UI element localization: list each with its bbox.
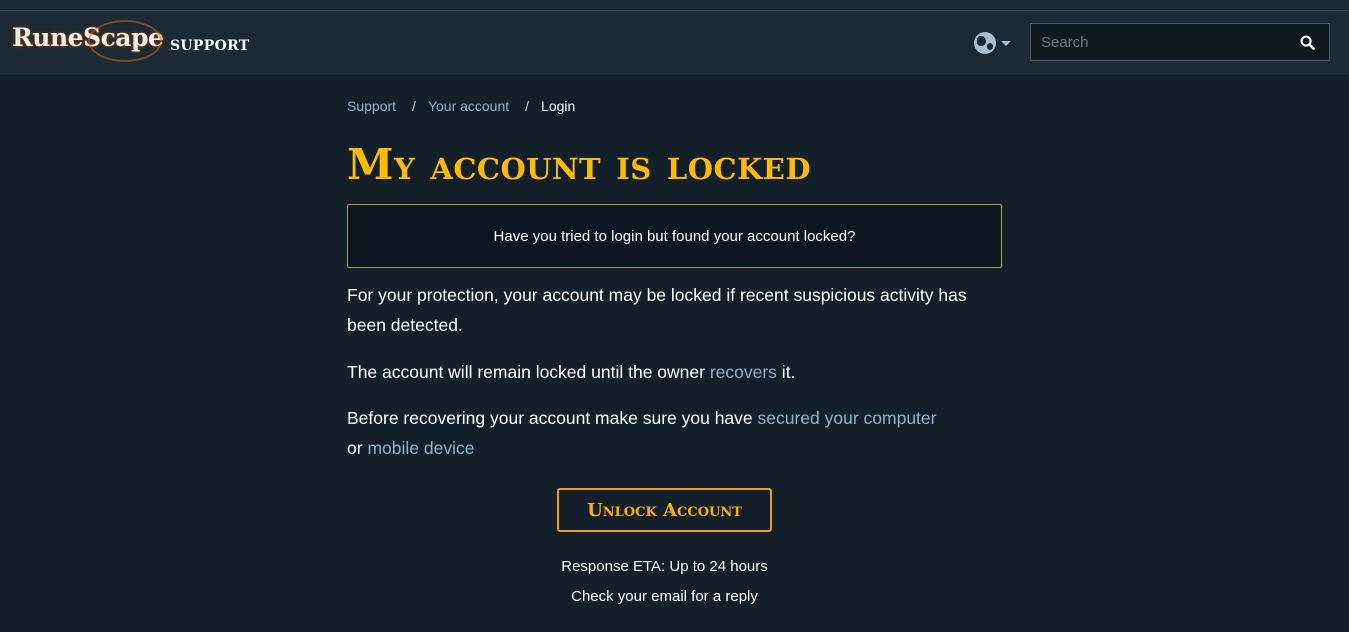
search-icon (1300, 35, 1315, 50)
eta-line: Response ETA: Up to 24 hours (561, 558, 768, 575)
protection-paragraph: For your protection, your account may be… (347, 285, 967, 335)
secured-computer-link[interactable]: secured your computer (758, 408, 937, 428)
breadcrumb-your-account[interactable]: Your account (428, 98, 509, 114)
response-eta: Response ETA: Up to 24 hours Check your … (327, 552, 1002, 612)
recovery-text-middle: or (347, 438, 368, 458)
search-button[interactable] (1285, 24, 1329, 60)
question-callout: Have you tried to login but found your a… (347, 204, 1002, 268)
locked-paragraph: The account will remain locked until the… (347, 357, 1002, 387)
recovery-paragraph: Before recovering your account make sure… (347, 403, 1002, 463)
callout-text: Have you tried to login but found your a… (493, 227, 856, 245)
language-selector[interactable] (974, 31, 1011, 55)
button-row: Unlock Account (347, 488, 1002, 532)
locked-text-after: it. (776, 362, 796, 382)
search-box (1030, 23, 1330, 61)
page-title: My account is locked (347, 140, 812, 189)
mobile-device-link[interactable]: mobile device (367, 438, 474, 458)
globe-icon (974, 32, 996, 54)
recovery-text-before: Before recovering your account make sure… (347, 408, 758, 428)
breadcrumb: Support / Your account / Login (347, 97, 1002, 115)
breadcrumb-current: Login (541, 98, 576, 114)
recovers-link[interactable]: recovers (710, 362, 777, 382)
unlock-account-button[interactable]: Unlock Account (557, 488, 772, 532)
runescape-logo[interactable]: RuneScape (12, 20, 164, 62)
email-reply-line: Check your email for a reply (571, 588, 758, 605)
search-input[interactable] (1031, 24, 1291, 60)
top-strip (0, 0, 1349, 11)
locked-text-before: The account will remain locked until the… (347, 362, 710, 382)
breadcrumb-separator: / (412, 98, 416, 114)
chevron-down-icon (1001, 40, 1011, 46)
support-nav-label[interactable]: SUPPORT (170, 38, 249, 54)
breadcrumb-support[interactable]: Support (347, 98, 396, 114)
site-header: RuneScape SUPPORT (0, 11, 1349, 76)
logo-ring (88, 20, 162, 62)
breadcrumb-separator: / (525, 98, 530, 114)
main-content: Support / Your account / Login My accoun… (347, 75, 1002, 612)
